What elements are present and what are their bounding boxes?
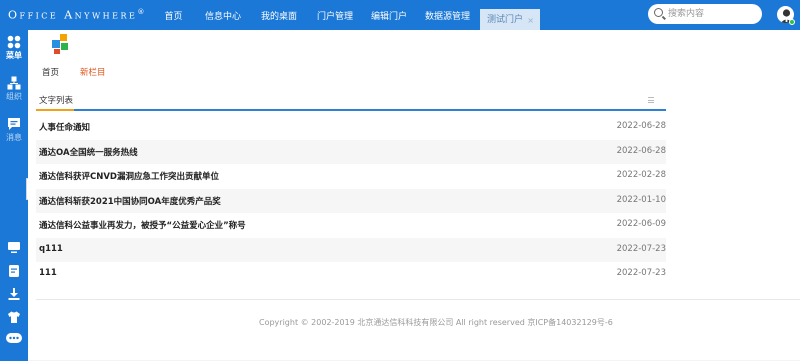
breadcrumb-home[interactable]: 首页 bbox=[42, 66, 59, 78]
article-date: 2022-06-09 bbox=[616, 219, 666, 229]
article-date: 2022-02-28 bbox=[616, 170, 666, 180]
article-list: 人事任命通知 2022-06-28 通达OA全国统一服务热线 2022-06-2… bbox=[36, 115, 666, 287]
search-icon[interactable] bbox=[654, 8, 663, 17]
footer-divider bbox=[36, 299, 800, 300]
sidebar-item-label: 菜单 bbox=[6, 51, 22, 60]
note-icon bbox=[7, 264, 21, 278]
grid-icon bbox=[7, 35, 21, 49]
sidebar-item-label: 组织 bbox=[6, 92, 22, 101]
search-input[interactable] bbox=[668, 6, 754, 22]
sidebar-note-button[interactable] bbox=[0, 264, 28, 278]
org-icon bbox=[7, 76, 21, 90]
list-item[interactable]: 人事任命通知 2022-06-28 bbox=[36, 115, 666, 140]
article-date: 2022-07-23 bbox=[616, 268, 666, 278]
article-title[interactable]: 通达信科获评CNVD漏洞应急工作突出贡献单位 bbox=[39, 170, 219, 182]
tab-underline bbox=[36, 109, 666, 111]
nav-item-test-portal[interactable]: 测试门户 × bbox=[480, 9, 540, 30]
sidebar-item-org[interactable]: 组织 bbox=[0, 76, 28, 102]
tab-text-list[interactable]: 文字列表 bbox=[39, 94, 73, 106]
nav-item-test-portal-label: 测试门户 bbox=[486, 15, 523, 25]
sidebar-skin-button[interactable] bbox=[0, 310, 28, 324]
list-item[interactable]: 通达信科获评CNVD漏洞应急工作突出贡献单位 2022-02-28 bbox=[36, 164, 666, 189]
online-status-dot bbox=[789, 19, 795, 25]
article-title[interactable]: q111 bbox=[39, 244, 63, 254]
logo-text: Office Anywhere bbox=[8, 8, 138, 22]
menu-icon[interactable] bbox=[648, 97, 654, 103]
sidebar: 菜单 组织 消息 bbox=[0, 30, 28, 361]
shirt-icon bbox=[7, 310, 21, 324]
main-content: 首页 新栏目 文字列表 人事任命通知 2022-06-28 通达OA全国统一服务… bbox=[28, 30, 800, 360]
article-title[interactable]: 通达OA全国统一服务热线 bbox=[39, 146, 138, 158]
nav-item-info-center[interactable]: 信息中心 bbox=[195, 0, 251, 30]
list-item[interactable]: 通达信科斩获2021中国协同OA年度优秀产品奖 2022-01-10 bbox=[36, 188, 666, 213]
top-nav: 首页 信息中心 我的桌面 门户管理 编辑门户 数据源管理 测试门户 × bbox=[152, 0, 540, 30]
footer-copyright: Copyright © 2002-2019 北京通达信科科技有限公司 All r… bbox=[259, 318, 613, 327]
logo[interactable]: Office Anywhere® bbox=[8, 8, 144, 22]
list-item[interactable]: 111 2022-07-23 bbox=[36, 262, 666, 287]
sidebar-item-menu[interactable]: 菜单 bbox=[0, 35, 28, 61]
nav-item-my-desktop[interactable]: 我的桌面 bbox=[251, 0, 307, 30]
article-title[interactable]: 通达信科公益事业再发力，被授予“公益爱心企业”称号 bbox=[39, 219, 246, 231]
list-item[interactable]: 通达OA全国统一服务热线 2022-06-28 bbox=[36, 139, 666, 164]
list-item[interactable]: 通达信科公益事业再发力，被授予“公益爱心企业”称号 2022-06-09 bbox=[36, 213, 666, 238]
nav-item-edit-portal[interactable]: 编辑门户 bbox=[363, 0, 415, 30]
article-date: 2022-06-28 bbox=[616, 121, 666, 131]
article-date: 2022-06-28 bbox=[616, 145, 666, 156]
list-item[interactable]: q111 2022-07-23 bbox=[36, 237, 666, 262]
article-title[interactable]: 人事任命通知 bbox=[39, 121, 90, 133]
nav-item-home[interactable]: 首页 bbox=[152, 0, 195, 30]
sidebar-monitor-button[interactable] bbox=[0, 240, 28, 254]
article-title[interactable]: 通达信科斩获2021中国协同OA年度优秀产品奖 bbox=[39, 195, 221, 207]
sidebar-more-button[interactable] bbox=[0, 332, 28, 346]
download-icon bbox=[7, 287, 21, 301]
more-icon bbox=[6, 332, 22, 346]
article-date: 2022-07-23 bbox=[616, 243, 666, 254]
breadcrumb-new-column[interactable]: 新栏目 bbox=[80, 66, 106, 78]
sidebar-download-button[interactable] bbox=[0, 287, 28, 301]
search-box bbox=[648, 4, 762, 24]
message-icon bbox=[7, 117, 21, 131]
close-icon[interactable]: × bbox=[527, 9, 534, 32]
nav-item-datasource-admin[interactable]: 数据源管理 bbox=[415, 0, 480, 30]
sidebar-item-label: 消息 bbox=[6, 133, 22, 142]
portal-app-icon bbox=[51, 34, 69, 54]
logo-mark: ® bbox=[137, 8, 145, 16]
top-bar: Office Anywhere® 首页 信息中心 我的桌面 门户管理 编辑门户 … bbox=[0, 0, 800, 30]
sidebar-item-messages[interactable]: 消息 bbox=[0, 117, 28, 143]
article-date: 2022-01-10 bbox=[616, 194, 666, 205]
monitor-icon bbox=[7, 240, 21, 254]
nav-item-portal-admin[interactable]: 门户管理 bbox=[307, 0, 363, 30]
article-title[interactable]: 111 bbox=[39, 268, 57, 278]
